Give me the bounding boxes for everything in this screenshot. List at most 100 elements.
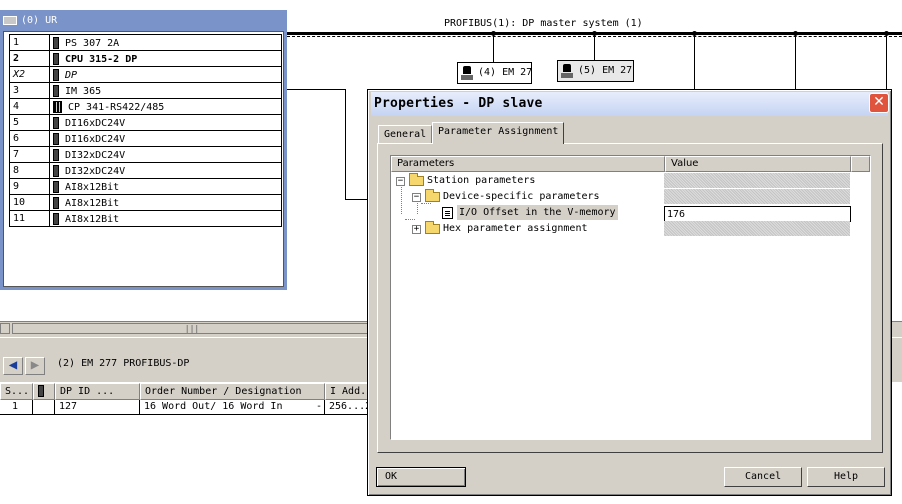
slave-connector [594, 35, 595, 63]
module-icon [53, 148, 59, 161]
rack-slot: 1 [9, 34, 50, 51]
tab-parameter-assignment[interactable]: Parameter Assignment [432, 122, 565, 144]
collapse-icon[interactable]: − [412, 193, 421, 202]
dialog-titlebar[interactable]: Properties - DP slave ✕ [371, 92, 889, 116]
scroll-left-arrow[interactable] [0, 323, 10, 334]
bus-junction [491, 31, 496, 36]
forward-arrow-icon[interactable]: ▶ [25, 357, 45, 375]
module-icon [53, 68, 59, 81]
rack-row[interactable]: X2 DP [9, 66, 282, 83]
col-dp-id[interactable]: DP ID ... [55, 383, 140, 400]
module-name: AI8x12Bit [65, 213, 120, 225]
col-i-address[interactable]: I Add... [325, 383, 370, 400]
slave-label: (5) EM 27 [578, 65, 633, 76]
module-icon [53, 84, 59, 97]
rack-row[interactable]: 10 AI8x12Bit [9, 194, 282, 211]
rack-slot: 4 [9, 98, 50, 115]
rack-row[interactable]: 1 PS 307 2A [9, 34, 282, 51]
module-icon [53, 100, 62, 113]
rack-row[interactable]: 7 DI32xDC24V [9, 146, 282, 163]
tree-label: Hex parameter assignment [443, 223, 588, 234]
dp-slave-icon [461, 66, 473, 80]
rack-dp-connector [287, 89, 345, 90]
module-name: CP 341-RS422/485 [68, 101, 165, 113]
rack-slot: 5 [9, 114, 50, 131]
value-cell-empty [664, 173, 850, 189]
module-name: DI16xDC24V [65, 117, 126, 129]
close-icon[interactable]: ✕ [869, 93, 889, 113]
bus-junction [592, 31, 597, 36]
slave-connector [795, 35, 796, 89]
folder-open-icon [409, 173, 424, 186]
cell-dp-id: 127 [55, 400, 140, 415]
parameter-doc-icon [442, 207, 453, 219]
rack-table-area: 1 PS 307 2A 2 CPU 315-2 DP X2 DP 3 IM 365 4 CP 34… [3, 31, 284, 287]
rack-icon [3, 15, 17, 25]
tree-label: Device-specific parameters [443, 191, 600, 202]
io-offset-value-input[interactable] [664, 206, 851, 222]
module-icon [53, 212, 59, 225]
col-value[interactable]: Value [665, 156, 851, 172]
rack-title-text: (0) UR [21, 15, 58, 26]
tree-item-device-specific-parameters[interactable]: − Device-specific parameters [391, 189, 871, 205]
rack-slot: 7 [9, 146, 50, 163]
rack-row[interactable]: 6 DI16xDC24V [9, 130, 282, 147]
back-arrow-icon[interactable]: ◀ [3, 357, 23, 375]
rack-row[interactable]: 5 DI16xDC24V [9, 114, 282, 131]
module-icon [53, 180, 59, 193]
tree-label: Station parameters [427, 175, 536, 186]
properties-dp-slave-dialog[interactable]: Properties - DP slave ✕ General Paramete… [367, 89, 892, 496]
slave-em277-4[interactable]: (4) EM 27 [457, 62, 532, 84]
tab-general[interactable]: General [378, 125, 433, 144]
rack-window[interactable]: (0) UR 1 PS 307 2A 2 CPU 315-2 DP X2 DP 3 IM 36… [0, 10, 287, 290]
bus-junction [884, 31, 889, 36]
module-icon [53, 164, 59, 177]
scrollbar-thumb[interactable]: ||| [12, 323, 372, 334]
dp-slave-icon [561, 64, 573, 78]
rack-row[interactable]: 11 AI8x12Bit [9, 210, 282, 227]
rack-row[interactable]: 2 CPU 315-2 DP [9, 50, 282, 67]
value-cell-empty [664, 221, 850, 237]
col-filler [851, 156, 870, 172]
bus-junction [692, 31, 697, 36]
module-name: CPU 315-2 DP [65, 53, 138, 65]
tree-item-hex-parameter-assignment[interactable]: + Hex parameter assignment [391, 221, 871, 237]
rack-module: DI16xDC24V [49, 114, 282, 131]
rack-module: AI8x12Bit [49, 178, 282, 195]
dp-master-system-label: PROFIBUS(1): DP master system (1) [444, 18, 643, 29]
slave-em277-5[interactable]: (5) EM 27 [557, 60, 634, 82]
col-slot[interactable]: S... [0, 383, 33, 400]
rack-row[interactable]: 3 IM 365 [9, 82, 282, 99]
rack-slot: 9 [9, 178, 50, 195]
rack-row[interactable]: 8 DI32xDC24V [9, 162, 282, 179]
tree-item-station-parameters[interactable]: − Station parameters [391, 173, 871, 189]
col-parameters[interactable]: Parameters [391, 156, 665, 172]
ok-button[interactable]: OK [376, 467, 466, 487]
bus-junction [793, 31, 798, 36]
rack-slot: X2 [9, 66, 50, 83]
rack-slot: 3 [9, 82, 50, 99]
col-order-number[interactable]: Order Number / Designation [140, 383, 325, 400]
help-button[interactable]: Help [807, 467, 885, 487]
rack-slot: 11 [9, 210, 50, 227]
rack-row[interactable]: 4 CP 341-RS422/485 [9, 98, 282, 115]
rack-module: DP [49, 66, 282, 83]
rack-module: AI8x12Bit [49, 194, 282, 211]
rack-slot: 10 [9, 194, 50, 211]
rack-row[interactable]: 9 AI8x12Bit [9, 178, 282, 195]
module-name: DI32xDC24V [65, 149, 126, 161]
rack-module: CPU 315-2 DP [49, 50, 282, 67]
module-icon [53, 132, 59, 145]
cancel-button[interactable]: Cancel [724, 467, 802, 487]
dialog-title: Properties - DP slave [374, 96, 543, 111]
module-name: DI16xDC24V [65, 133, 126, 145]
rack-module: PS 307 2A [49, 34, 282, 51]
parameter-grid[interactable]: Parameters Value − Station parameters − … [390, 155, 871, 440]
rack-dp-connector [345, 199, 367, 200]
module-name: DP [65, 69, 78, 81]
module-icon [53, 196, 59, 209]
expand-icon[interactable]: + [412, 225, 421, 234]
cell-dash: - [314, 400, 325, 415]
collapse-icon[interactable]: − [396, 177, 405, 186]
col-module-icon[interactable] [33, 383, 55, 400]
